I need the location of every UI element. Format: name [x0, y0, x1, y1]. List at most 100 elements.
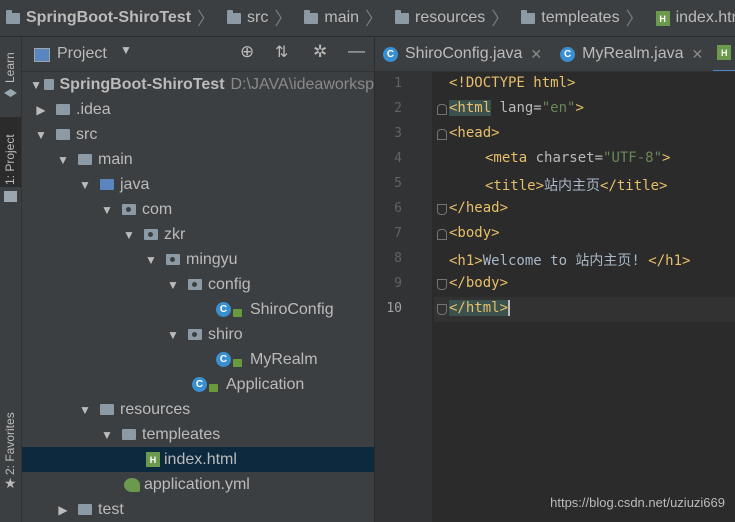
learn-tab[interactable]: Learn — [0, 45, 21, 85]
chevron-down-icon[interactable]: ▼ — [78, 178, 92, 192]
chevron-right-icon[interactable]: ▶ — [56, 503, 70, 517]
breadcrumb-item-src[interactable]: src — [221, 9, 270, 27]
tree-item-idea[interactable]: ▶ .idea — [22, 97, 374, 122]
close-icon[interactable]: ✕ — [530, 46, 542, 63]
hide-panel-icon[interactable]: — — [348, 41, 365, 61]
tree-item-shiro[interactable]: ▼ shiro — [22, 322, 374, 347]
lock-icon — [233, 308, 242, 317]
star-icon: ★ — [4, 475, 17, 491]
spring-boot-class-icon: C — [192, 377, 207, 392]
folder-icon — [304, 9, 319, 24]
tree-item-myrealm[interactable]: C MyRealm — [22, 347, 374, 372]
yaml-file-icon — [124, 477, 140, 492]
line-number: 10 — [386, 301, 402, 316]
favorites-tab[interactable]: 2: Favorites — [0, 397, 21, 477]
editor-tabs: C ShiroConfig.java ✕ C MyRealm.java ✕ H — [375, 37, 735, 72]
tree-item-index-html[interactable]: H index.html — [22, 447, 374, 472]
breadcrumb-item-index-html[interactable]: H index.html — [650, 9, 735, 27]
line-number: 2 — [394, 101, 402, 116]
tree-item-src[interactable]: ▼ src — [22, 122, 374, 147]
tree-item-templeates[interactable]: ▼ templeates — [22, 422, 374, 447]
watermark: https://blog.csdn.net/uziuzi669 — [550, 495, 725, 510]
line-number: 3 — [394, 126, 402, 141]
fold-marker-icon[interactable] — [437, 304, 447, 315]
fold-marker-icon[interactable] — [437, 204, 447, 215]
line-number: 8 — [394, 251, 402, 266]
gear-icon[interactable]: ✲ — [313, 42, 327, 62]
collapse-all-icon[interactable]: ⇅ — [275, 42, 288, 62]
breadcrumb-item-main[interactable]: main — [298, 9, 361, 27]
chevron-down-icon[interactable]: ▼ — [120, 43, 132, 57]
code-line: <meta charset="UTF-8"> — [485, 150, 671, 166]
package-icon — [122, 204, 136, 215]
folder-icon — [56, 129, 70, 140]
code-line: <h1>Welcome to 站内主页! </h1> — [449, 253, 691, 269]
class-icon: C — [383, 46, 398, 62]
fold-marker-icon[interactable] — [437, 104, 447, 115]
code-line: <html lang="en"> — [449, 100, 584, 116]
chevron-down-icon[interactable]: ▼ — [100, 203, 114, 217]
package-icon — [144, 229, 158, 240]
tree-item-main[interactable]: ▼ main — [22, 147, 374, 172]
code-line: </body> — [449, 275, 509, 291]
tree-item-config[interactable]: ▼ config — [22, 272, 374, 297]
chevron-down-icon[interactable]: ▼ — [144, 253, 158, 267]
chevron-down-icon[interactable]: ▼ — [166, 328, 180, 342]
chevron-right-icon[interactable]: ▶ — [34, 103, 48, 117]
line-number: 6 — [394, 201, 402, 216]
tree-item-application[interactable]: C Application — [22, 372, 374, 397]
class-icon: C — [216, 302, 231, 317]
breadcrumb-item-templeates[interactable]: templeates — [515, 9, 621, 27]
line-number: 9 — [394, 276, 402, 291]
chevron-down-icon[interactable]: ▼ — [122, 228, 136, 242]
locate-icon[interactable]: ⊕ — [240, 42, 254, 62]
project-view-icon — [34, 48, 50, 62]
tree-item-resources[interactable]: ▼ resources — [22, 397, 374, 422]
code-line: <title>站内主页</title> — [485, 178, 668, 194]
project-tab[interactable]: 1: Project — [0, 117, 21, 187]
folder-icon — [521, 9, 536, 24]
tree-item-java[interactable]: ▼ java — [22, 172, 374, 197]
chevron-right-icon: 〉 — [274, 9, 293, 29]
line-number: 5 — [394, 176, 402, 191]
chevron-down-icon[interactable]: ▼ — [34, 128, 48, 142]
lock-icon — [233, 358, 242, 367]
fold-marker-icon[interactable] — [437, 279, 447, 290]
tab-myrealm[interactable]: C MyRealm.java ✕ — [552, 37, 713, 71]
chevron-down-icon[interactable]: ▼ — [100, 428, 114, 442]
resources-folder-icon — [100, 404, 114, 415]
tree-item-shiroconfig[interactable]: C ShiroConfig — [22, 297, 374, 322]
tree-item-project-root[interactable]: ▼ SpringBoot-ShiroTest D:\JAVA\ideaworks… — [22, 72, 374, 97]
breadcrumb-item-resources[interactable]: resources — [389, 9, 487, 27]
chevron-down-icon[interactable]: ▼ — [30, 78, 42, 92]
chevron-down-icon[interactable]: ▼ — [166, 278, 180, 292]
tree-item-zkr[interactable]: ▼ zkr — [22, 222, 374, 247]
project-folder-icon — [4, 191, 17, 202]
breadcrumb-item-project[interactable]: SpringBoot-ShiroTest — [0, 9, 193, 27]
fold-marker-icon[interactable] — [437, 229, 447, 240]
tool-window-strip: Learn 1: Project 2: Favorites ★ — [0, 37, 22, 522]
close-icon[interactable]: ✕ — [692, 46, 704, 63]
project-view-selector[interactable]: Project — [57, 45, 107, 63]
tree-item-com[interactable]: ▼ com — [22, 197, 374, 222]
chevron-right-icon: 〉 — [365, 9, 384, 29]
tree-item-test[interactable]: ▶ test — [22, 497, 374, 522]
folder-icon — [56, 104, 70, 115]
package-icon — [188, 329, 202, 340]
fold-marker-icon[interactable] — [437, 129, 447, 140]
folder-icon — [6, 9, 20, 24]
tree-item-application-yml[interactable]: application.yml — [22, 472, 374, 497]
code-line: <body> — [449, 225, 500, 241]
package-icon — [188, 279, 202, 290]
line-number: 4 — [394, 151, 402, 166]
line-number: 7 — [394, 226, 402, 241]
tree-item-mingyu[interactable]: ▼ mingyu — [22, 247, 374, 272]
class-icon: C — [216, 352, 231, 367]
chevron-down-icon[interactable]: ▼ — [78, 403, 92, 417]
tab-shiroconfig[interactable]: C ShiroConfig.java ✕ — [375, 37, 552, 71]
tab-index-html[interactable]: H — [713, 37, 735, 71]
code-line: <!DOCTYPE html> — [449, 75, 576, 91]
module-folder-icon — [44, 79, 54, 90]
html-file-icon: H — [717, 45, 732, 60]
chevron-down-icon[interactable]: ▼ — [56, 153, 70, 167]
